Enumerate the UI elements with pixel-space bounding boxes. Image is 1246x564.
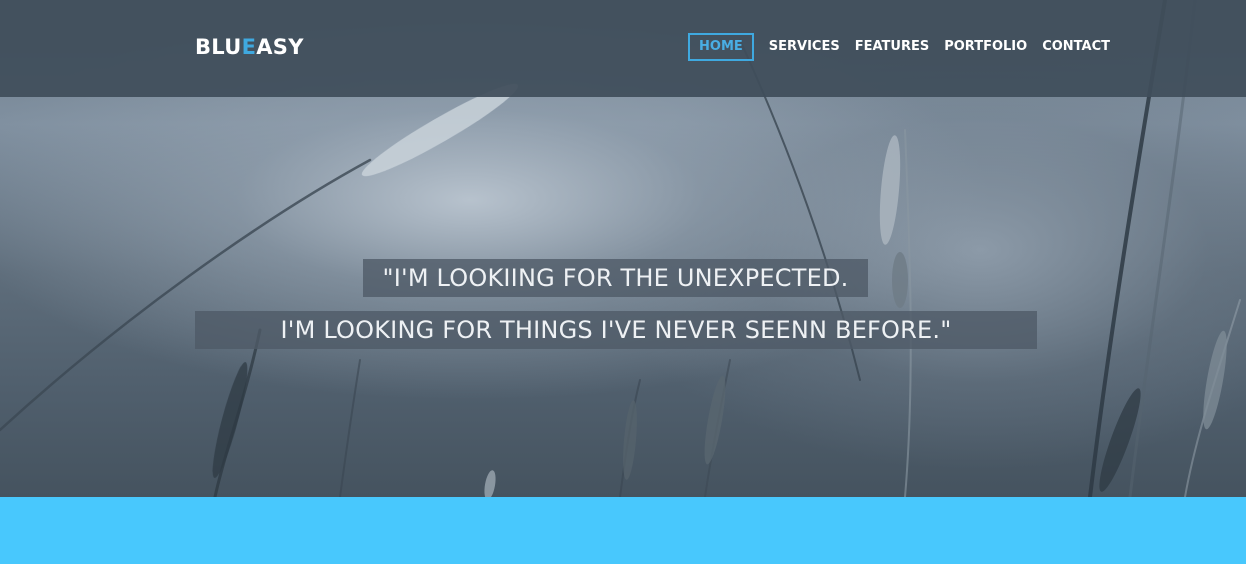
blue-section <box>0 497 1246 564</box>
nav-home[interactable]: HOME <box>688 33 754 61</box>
logo-text-accent: E <box>241 35 257 59</box>
nav-portfolio[interactable]: PORTFOLIO <box>944 33 1027 61</box>
logo[interactable]: BLUEASY <box>195 35 304 59</box>
nav-features[interactable]: FEATURES <box>855 33 930 61</box>
logo-text-end: ASY <box>256 35 304 59</box>
nav-services[interactable]: SERVICES <box>769 33 840 61</box>
logo-text-start: BLU <box>195 35 242 59</box>
hero-quote-line-1: "I'M LOOKIING FOR THE UNEXPECTED. <box>363 259 868 297</box>
main-nav: HOME SERVICES FEATURES PORTFOLIO CONTACT <box>688 33 1110 61</box>
hero-quote-line-2: I'M LOOKING FOR THINGS I'VE NEVER SEENN … <box>195 311 1037 349</box>
page: BLUEASY HOME SERVICES FEATURES PORTFOLIO… <box>0 0 1246 564</box>
top-navbar: BLUEASY HOME SERVICES FEATURES PORTFOLIO… <box>0 0 1246 97</box>
nav-contact[interactable]: CONTACT <box>1042 33 1110 61</box>
